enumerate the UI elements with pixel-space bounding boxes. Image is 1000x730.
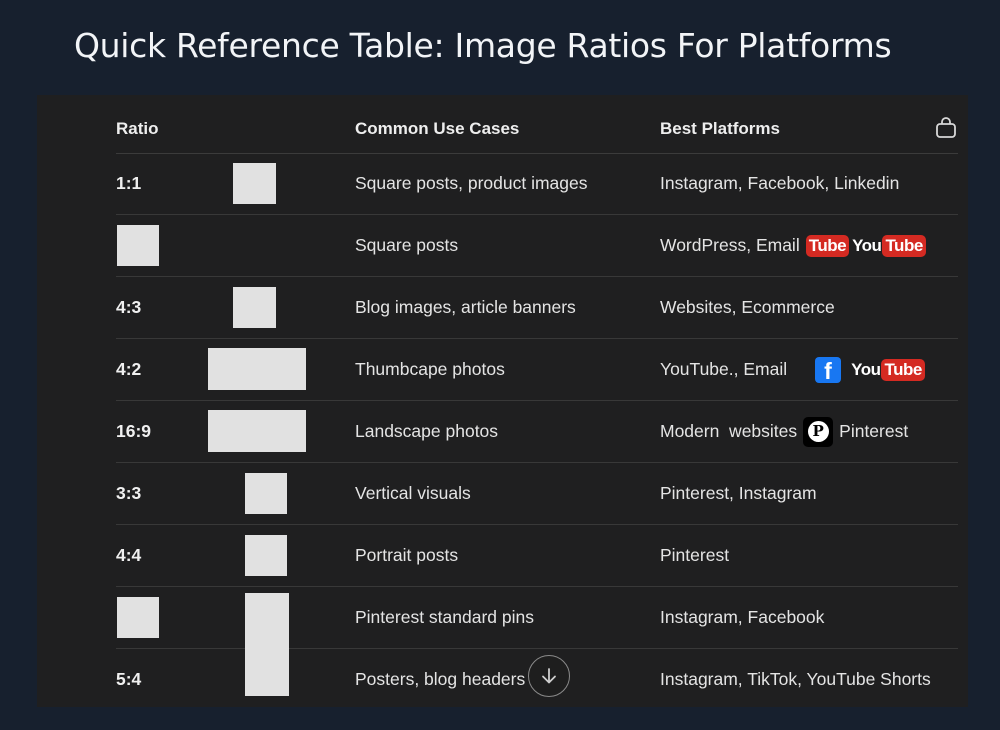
ratio-preview-shape: [117, 225, 159, 266]
platforms-cell: Pinterest: [660, 525, 729, 586]
scroll-down-button[interactable]: [528, 655, 570, 697]
table-row: 4:2 Thumbcape photos YouTube., Email f Y…: [116, 339, 958, 401]
platforms-cell: Instagram, TikTok, YouTube Shorts: [660, 649, 931, 710]
platforms-cell: Instagram, Facebook: [660, 587, 824, 648]
reference-table: Ratio Common Use Cases Best Platforms 1:…: [37, 95, 968, 707]
table-row: 1:1 Square posts, product images Instagr…: [116, 153, 958, 215]
ratio-cell: 1:1: [116, 173, 142, 193]
platforms-text: Pinterest, Instagram: [660, 483, 817, 503]
ratio-cell: 4:3: [116, 297, 142, 317]
use-case-cell: Posters, blog headers: [355, 669, 526, 689]
header-platforms: Best Platforms: [660, 119, 780, 138]
platforms-text: Pinterest: [660, 545, 730, 565]
ratio-preview-shape: [233, 287, 276, 328]
youtube-logo-icon: Tube: [805, 234, 850, 257]
table-header: Ratio Common Use Cases Best Platforms: [116, 95, 958, 154]
use-case-cell: Square posts: [355, 235, 459, 255]
ratio-cell: 4:2: [116, 359, 142, 379]
ratio-cell: 5:4: [116, 669, 142, 689]
shopping-bag-icon[interactable]: [934, 116, 958, 140]
table-row: 3:3 Vertical visuals Pinterest, Instagra…: [116, 463, 958, 525]
platforms-cell: Websites, Ecommerce: [660, 277, 835, 338]
page-title: Quick Reference Table: Image Ratios For …: [74, 26, 892, 65]
use-case-cell: Landscape photos: [355, 421, 499, 441]
platforms-text: WordPress, Email: [660, 235, 800, 255]
platforms-text-after: Pinterest: [839, 421, 909, 441]
youtube-logo-icon: You Tube: [852, 234, 926, 257]
use-case-cell: Thumbcape photos: [355, 359, 505, 379]
ratio-preview-shape: [208, 410, 306, 452]
use-case-cell: Pinterest standard pins: [355, 607, 534, 627]
platforms-cell: YouTube., Email f You Tube: [660, 339, 925, 400]
table-row: 16:9 Landscape photos Modern websites P …: [116, 401, 958, 463]
ratio-preview-shape: [233, 163, 276, 204]
header-use-cases: Common Use Cases: [355, 119, 520, 138]
ratio-cell: 3:3: [116, 483, 142, 503]
ratio-cell: 4:4: [116, 545, 142, 565]
platforms-text: Instagram, TikTok, YouTube Shorts: [660, 669, 931, 689]
platforms-cell: Pinterest, Instagram: [660, 463, 817, 524]
ratio-cell: 16:9: [116, 421, 152, 441]
pinterest-icon: P: [803, 416, 834, 447]
use-case-cell: Portrait posts: [355, 545, 459, 565]
facebook-icon: f: [815, 356, 842, 384]
ratio-preview-shape: [245, 535, 287, 576]
platforms-cell: Instagram, Facebook, Linkedin: [660, 153, 899, 214]
table-row: Square posts WordPress, Email Tube You T…: [116, 215, 958, 277]
header-ratio: Ratio: [116, 119, 159, 138]
table-row: 4:4 Portrait posts Pinterest: [116, 525, 958, 587]
table-row: 4:3 Blog images, article banners Website…: [116, 277, 958, 339]
ratio-preview-shape: [208, 348, 306, 390]
platforms-cell: WordPress, Email Tube You Tube: [660, 215, 926, 276]
platforms-text: Instagram, Facebook: [660, 607, 825, 627]
platforms-cell: Modern websites P Pinterest: [660, 401, 908, 462]
platforms-text: Instagram, Facebook, Linkedin: [660, 173, 900, 193]
use-case-cell: Blog images, article banners: [355, 297, 576, 317]
use-case-cell: Square posts, product images: [355, 173, 588, 193]
youtube-logo-icon: You Tube: [851, 358, 925, 381]
platforms-text: Modern websites: [660, 421, 798, 441]
arrow-down-icon: [542, 668, 556, 684]
ratio-preview-shape: [117, 597, 159, 638]
platforms-text: Websites, Ecommerce: [660, 297, 835, 317]
ratio-preview-shape: [245, 473, 287, 514]
use-case-cell: Vertical visuals: [355, 483, 471, 503]
platforms-text: YouTube., Email: [660, 359, 788, 379]
table-row: Pinterest standard pins Instagram, Faceb…: [116, 587, 958, 649]
